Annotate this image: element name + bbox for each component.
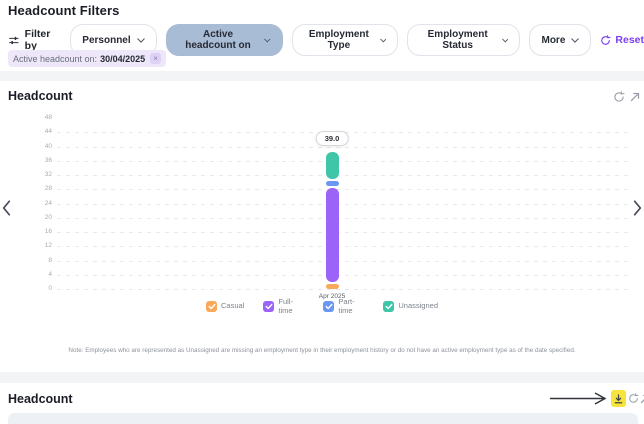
legend-label: Part-time — [338, 298, 364, 315]
active-filter-chip: Active headcount on: 30/04/2025 × — [8, 50, 166, 67]
chevron-right-icon — [633, 200, 642, 216]
bar-tooltip: 39.0 — [316, 131, 349, 146]
filter-button-active-headcount-on[interactable]: Active headcount on — [166, 24, 283, 56]
reset-label: Reset — [615, 34, 644, 46]
legend-label: Casual — [221, 302, 244, 311]
legend-checkbox — [383, 301, 394, 312]
check-icon — [325, 303, 333, 310]
page-title: Headcount Filters — [8, 3, 120, 18]
chevron-down-icon — [137, 38, 145, 43]
legend-item-full-time[interactable]: Full-time — [263, 298, 304, 315]
reset-button[interactable]: Reset — [600, 34, 644, 46]
gridline — [57, 132, 632, 133]
filter-button-employment-status[interactable]: Employment Status — [407, 24, 520, 56]
chart-expand-button[interactable] — [629, 91, 641, 103]
y-tick-label: 8 — [28, 257, 52, 264]
filter-by: Filter by — [8, 28, 61, 52]
bar-segment-casual[interactable] — [326, 284, 339, 289]
close-icon[interactable]: × — [150, 53, 161, 64]
download-icon — [613, 393, 624, 405]
filter-button-label: Personnel — [82, 35, 130, 46]
refresh-icon — [613, 91, 625, 103]
chevron-down-icon — [380, 38, 387, 43]
chart-prev-button[interactable] — [2, 200, 11, 219]
chevron-left-icon — [2, 200, 11, 216]
y-tick-label: 48 — [28, 114, 52, 121]
y-tick-label: 32 — [28, 171, 52, 178]
bottom-refresh-button[interactable] — [628, 393, 639, 404]
legend-checkbox — [263, 301, 274, 312]
y-tick-label: 28 — [28, 185, 52, 192]
gridline — [57, 161, 632, 162]
check-icon — [265, 303, 273, 310]
chart-next-button[interactable] — [633, 200, 642, 219]
table-header-bar — [8, 413, 638, 424]
y-tick-label: 36 — [28, 157, 52, 164]
chevron-down-icon — [502, 38, 509, 43]
check-icon — [208, 303, 216, 310]
gridline — [57, 218, 632, 219]
filter-button-label: Employment Type — [304, 29, 374, 51]
chevron-down-icon — [264, 38, 271, 43]
chart-refresh-button[interactable] — [613, 91, 625, 103]
gridline — [57, 289, 632, 290]
section-divider-2 — [0, 372, 644, 383]
bar-segment-full-time[interactable] — [326, 188, 339, 282]
chart-legend: Casual Full-time Part-time Unassigned — [0, 298, 644, 315]
gridline — [57, 246, 632, 247]
page: Headcount Filters Filter by Personnel Act… — [0, 0, 644, 424]
y-tick-label: 4 — [28, 271, 52, 278]
chart-note: Note: Employees who are represented as U… — [0, 347, 644, 354]
gridline — [57, 175, 632, 176]
filter-button-label: Employment Status — [419, 29, 496, 51]
filter-button-employment-type[interactable]: Employment Type — [292, 24, 398, 56]
annotation-arrow — [549, 392, 609, 405]
y-tick-label: 16 — [28, 228, 52, 235]
filter-sliders-icon — [8, 34, 20, 47]
gridline — [57, 261, 632, 262]
expand-icon — [639, 393, 644, 405]
filter-by-label: Filter by — [25, 28, 62, 52]
chip-value: 30/04/2025 — [100, 54, 145, 64]
y-tick-label: 0 — [28, 285, 52, 292]
legend-label: Full-time — [278, 298, 304, 315]
legend-item-casual[interactable]: Casual — [206, 301, 244, 312]
y-tick-label: 12 — [28, 242, 52, 249]
chevron-down-icon — [571, 38, 579, 43]
filter-button-label: Active headcount on — [178, 29, 259, 51]
y-tick-label: 20 — [28, 214, 52, 221]
bottom-expand-button[interactable] — [639, 393, 644, 405]
legend-checkbox — [206, 301, 217, 312]
gridline — [57, 275, 632, 276]
bottom-chart-title: Headcount — [8, 392, 73, 406]
download-button[interactable] — [611, 390, 626, 407]
bar-segment-part-time[interactable] — [326, 181, 339, 186]
gridline — [57, 147, 632, 148]
legend-item-part-time[interactable]: Part-time — [323, 298, 364, 315]
gridline — [57, 189, 632, 190]
expand-icon — [629, 91, 641, 103]
filter-button-label: More — [541, 35, 565, 46]
chip-prefix: Active headcount on: — [13, 54, 97, 64]
legend-label: Unassigned — [398, 302, 438, 311]
chart-title: Headcount — [8, 89, 73, 103]
y-tick-label: 44 — [28, 128, 52, 135]
y-tick-label: 40 — [28, 143, 52, 150]
legend-checkbox — [323, 301, 334, 312]
gridline — [57, 232, 632, 233]
check-icon — [385, 303, 393, 310]
legend-item-unassigned[interactable]: Unassigned — [383, 301, 438, 312]
refresh-icon — [628, 393, 639, 404]
reset-icon — [600, 35, 611, 46]
filter-button-more[interactable]: More — [529, 24, 591, 56]
gridline — [57, 204, 632, 205]
section-divider — [0, 71, 644, 81]
y-tick-label: 24 — [28, 200, 52, 207]
bar-segment-unassigned[interactable] — [326, 152, 339, 179]
